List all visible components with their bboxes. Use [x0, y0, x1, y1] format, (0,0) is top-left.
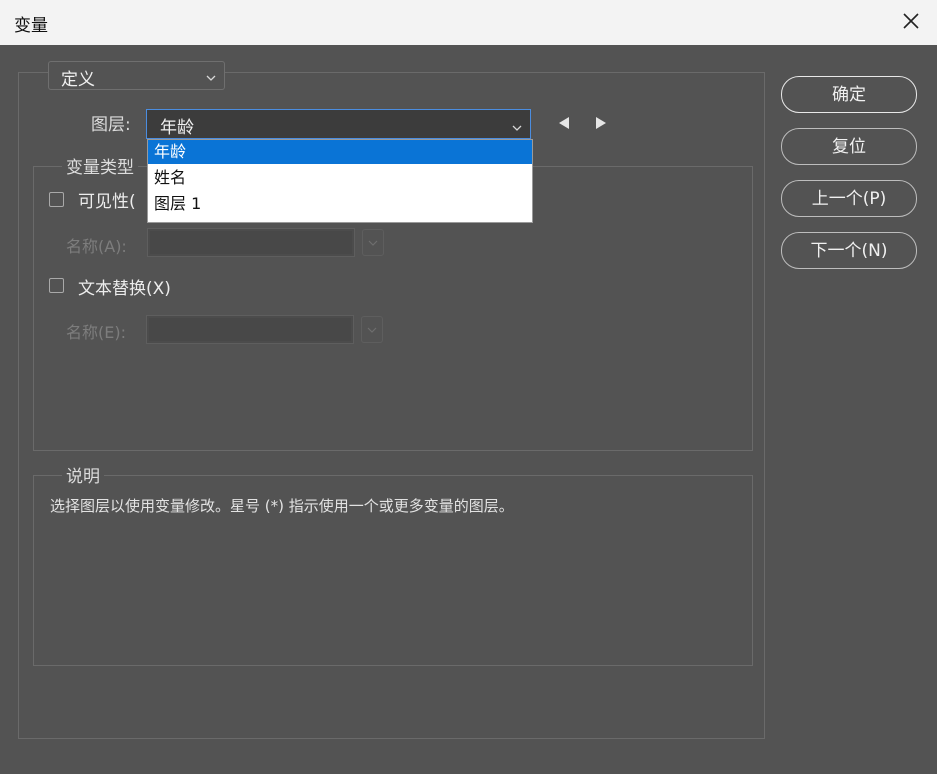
description-text: 选择图层以使用变量修改。星号 (*) 指示使用一个或更多变量的图层。 — [50, 497, 514, 515]
text-replace-name-field — [146, 315, 354, 344]
mode-select-value: 定义 — [61, 70, 95, 90]
window-title: 变量 — [14, 16, 48, 36]
variable-types-title: 变量类型 — [62, 153, 138, 178]
visibility-name-field — [147, 228, 355, 257]
text-replace-name-label: 名称(E): — [66, 323, 126, 342]
ok-button[interactable]: 确定 — [781, 76, 917, 113]
reset-button[interactable]: 复位 — [781, 128, 917, 165]
visibility-label: 可见性( — [78, 192, 136, 212]
layer-option[interactable]: 年龄 — [148, 140, 532, 164]
mode-select[interactable]: 定义 — [48, 61, 225, 90]
visibility-name-dropdown — [362, 229, 384, 256]
next-button[interactable]: 下一个(N) — [781, 232, 917, 269]
text-replace-name-dropdown — [361, 316, 383, 343]
next-layer-icon[interactable] — [593, 115, 609, 131]
layer-select[interactable]: 年龄 — [146, 109, 531, 139]
text-replace-checkbox[interactable] — [49, 278, 64, 293]
description-title: 说明 — [62, 462, 104, 487]
previous-button[interactable]: 上一个(P) — [781, 180, 917, 217]
visibility-checkbox[interactable] — [49, 192, 64, 207]
previous-layer-icon[interactable] — [556, 115, 572, 131]
title-bar: 变量 — [0, 0, 937, 45]
layer-option[interactable]: 图层 1 — [148, 192, 532, 216]
layer-select-value: 年龄 — [160, 118, 194, 138]
visibility-name-label: 名称(A): — [66, 237, 127, 256]
layer-label: 图层: — [91, 115, 131, 135]
close-icon[interactable] — [899, 9, 923, 33]
chevron-down-icon — [206, 68, 216, 81]
layer-dropdown-list: 年龄 姓名 图层 1 — [147, 139, 533, 223]
chevron-down-icon — [512, 118, 522, 131]
text-replace-label: 文本替换(X) — [78, 279, 171, 299]
layer-option[interactable]: 姓名 — [148, 166, 532, 190]
